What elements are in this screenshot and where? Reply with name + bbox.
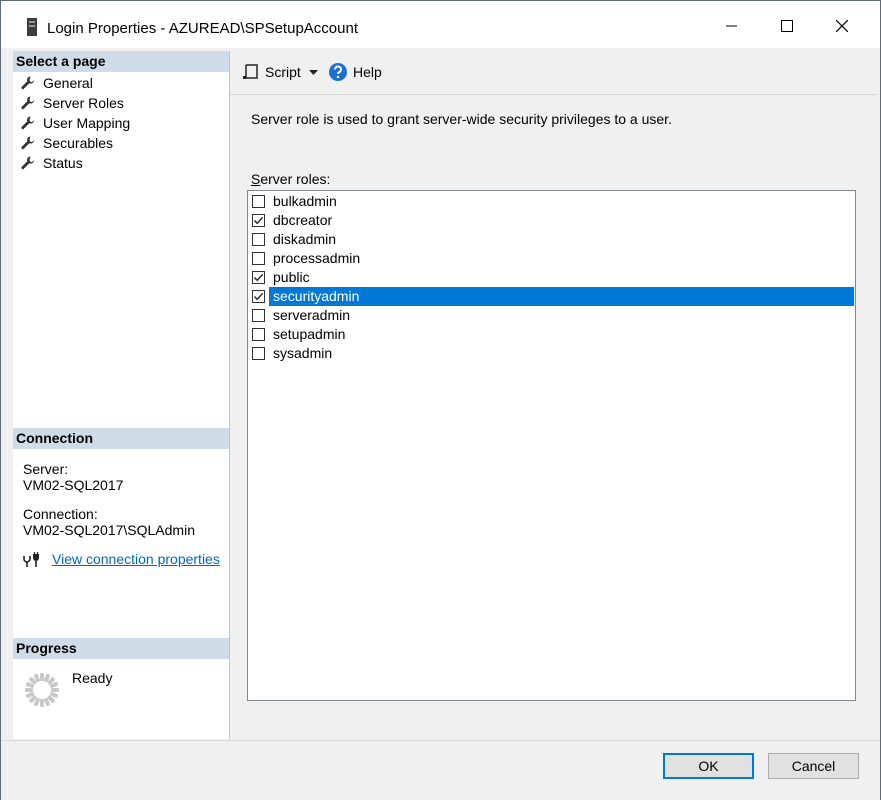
connection-value: VM02-SQL2017\SQLAdmin [23,522,195,538]
role-item-serveradmin[interactable]: serveradmin [249,306,854,325]
close-button[interactable] [814,1,869,48]
wrench-icon [21,136,35,150]
page-item-securables[interactable]: Securables [19,133,130,153]
toolbar: Script Help [230,51,877,95]
role-checkbox[interactable] [252,195,265,208]
script-label: Script [265,64,301,80]
minimize-button[interactable] [704,1,759,48]
minimize-icon [726,25,737,27]
role-label: securityadmin [269,287,854,306]
server-roles-list[interactable]: bulkadmin dbcreator diskadmin processadm… [247,190,856,701]
role-item-sysadmin[interactable]: sysadmin [249,344,854,363]
window-title: Login Properties - AZUREAD\SPSetupAccoun… [47,20,358,37]
server-label: Server: [23,461,69,477]
role-checkbox[interactable] [252,328,265,341]
role-label: bulkadmin [273,193,337,209]
help-button[interactable]: Help [328,62,382,82]
role-label: diskadmin [273,231,337,247]
page-item-status[interactable]: Status [19,153,130,173]
script-icon [243,64,258,79]
view-connection-link[interactable]: View connection properties [52,551,220,567]
role-label: setupadmin [273,326,346,342]
role-checkbox[interactable] [252,252,265,265]
connection-plug-icon [23,552,39,567]
check-icon [253,273,264,282]
check-icon [253,216,264,225]
help-icon [329,63,347,81]
server-value: VM02-SQL2017 [23,477,124,493]
server-roles-label: Server roles: [251,171,330,187]
wrench-icon [21,156,35,170]
dialog-button-bar: OK Cancel [1,740,880,800]
dropdown-arrow-icon [309,70,318,75]
page-item-label: User Mapping [43,115,131,131]
page-item-general[interactable]: General [19,73,130,93]
role-item-setupadmin[interactable]: setupadmin [249,325,854,344]
page-item-user-mapping[interactable]: User Mapping [19,113,130,133]
progress-spinner-icon [25,673,59,707]
maximize-button[interactable] [759,1,814,48]
select-page-header: Select a page [13,51,229,72]
progress-header: Progress [13,638,229,659]
help-label: Help [353,64,382,80]
script-dropdown-button[interactable] [309,62,319,82]
connection-label: Connection: [23,506,98,522]
role-checkbox[interactable] [252,214,265,227]
role-label: sysadmin [273,345,333,361]
role-label: processadmin [273,250,361,266]
server-icon [27,18,37,36]
left-pane: Select a page General Server Roles User … [13,51,230,739]
role-item-public[interactable]: public [249,268,854,287]
role-label: serveradmin [273,307,351,323]
progress-status: Ready [72,670,113,686]
role-item-processadmin[interactable]: processadmin [249,249,854,268]
connection-header: Connection [13,428,229,449]
close-icon [836,20,848,32]
role-checkbox[interactable] [252,309,265,322]
ok-button[interactable]: OK [663,753,754,779]
role-checkbox[interactable] [252,290,265,303]
wrench-icon [21,116,35,130]
role-label: public [273,269,310,285]
role-item-securityadmin[interactable]: securityadmin [249,287,854,306]
check-icon [253,292,264,301]
role-item-bulkadmin[interactable]: bulkadmin [249,192,854,211]
role-item-dbcreator[interactable]: dbcreator [249,211,854,230]
script-button[interactable]: Script [242,62,301,82]
page-item-server-roles[interactable]: Server Roles [19,93,130,113]
server-roles-description: Server role is used to grant server-wide… [251,111,672,127]
role-item-diskadmin[interactable]: diskadmin [249,230,854,249]
role-checkbox[interactable] [252,233,265,246]
maximize-icon [781,20,793,32]
server-roles-label-accelerator: S [251,171,261,187]
cancel-button[interactable]: Cancel [768,753,859,779]
wrench-icon [21,96,35,110]
page-item-label: General [43,75,93,91]
role-checkbox[interactable] [252,347,265,360]
wrench-icon [21,76,35,90]
page-list: General Server Roles User Mapping Secura… [19,73,130,173]
title-bar[interactable]: Login Properties - AZUREAD\SPSetupAccoun… [1,1,880,48]
role-label: dbcreator [273,212,333,228]
page-item-label: Securables [43,135,114,151]
login-properties-window: Login Properties - AZUREAD\SPSetupAccoun… [0,0,881,800]
server-roles-label-text: erver roles: [260,171,331,187]
role-checkbox[interactable] [252,271,265,284]
page-item-label: Server Roles [43,95,124,111]
page-item-label: Status [43,155,83,171]
